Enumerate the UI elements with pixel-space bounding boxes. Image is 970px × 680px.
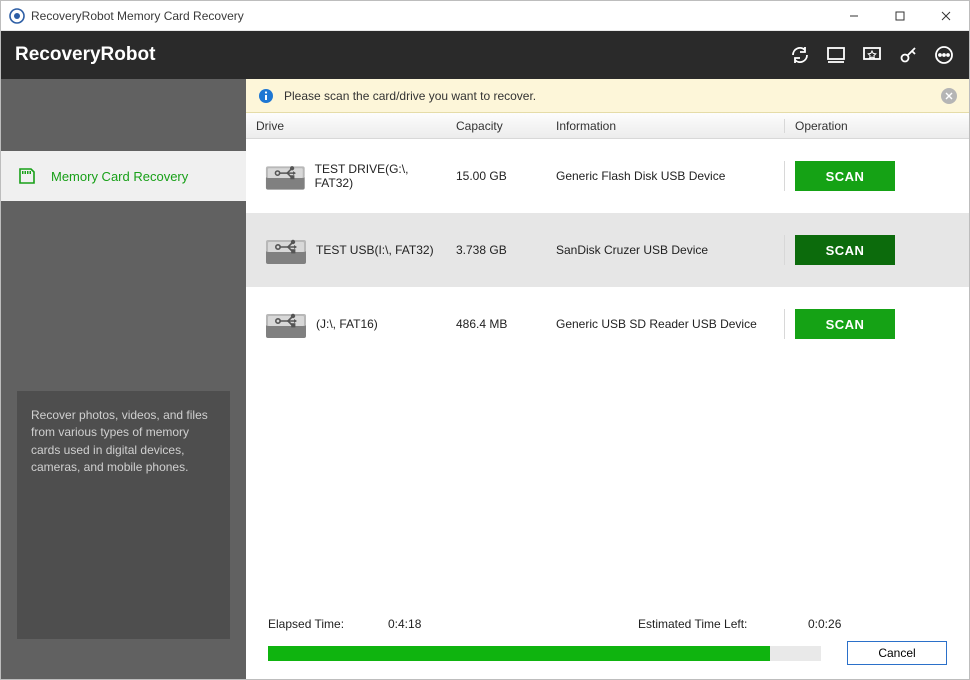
close-button[interactable]	[923, 1, 969, 31]
sd-card-icon	[17, 168, 37, 184]
window-title: RecoveryRobot Memory Card Recovery	[31, 9, 244, 23]
feedback-icon[interactable]	[861, 44, 883, 66]
col-header-operation[interactable]: Operation	[784, 119, 914, 133]
drive-capacity: 15.00 GB	[446, 169, 546, 183]
col-header-drive[interactable]: Drive	[246, 119, 446, 133]
drive-row[interactable]: TEST DRIVE(G:\, FAT32)15.00 GBGeneric Fl…	[246, 139, 969, 213]
refresh-icon[interactable]	[789, 44, 811, 66]
content-panel: Please scan the card/drive you want to r…	[246, 79, 969, 679]
eta-value: 0:0:26	[808, 617, 841, 631]
key-icon[interactable]	[897, 44, 919, 66]
progress-row: Cancel	[268, 641, 947, 665]
drive-information: SanDisk Cruzer USB Device	[546, 243, 784, 257]
info-icon	[258, 88, 274, 104]
close-info-button[interactable]	[941, 88, 957, 104]
more-icon[interactable]	[933, 44, 955, 66]
drive-name: TEST DRIVE(G:\, FAT32)	[315, 162, 446, 190]
col-header-information[interactable]: Information	[546, 119, 784, 133]
sidebar-description: Recover photos, videos, and files from v…	[17, 391, 230, 639]
info-bar-text: Please scan the card/drive you want to r…	[284, 89, 536, 103]
maximize-button[interactable]	[877, 1, 923, 31]
window-controls	[831, 1, 969, 31]
app-icon	[9, 8, 25, 24]
app-header: RecoveryRobot	[1, 31, 969, 79]
col-header-capacity[interactable]: Capacity	[446, 119, 546, 133]
drive-row[interactable]: TEST USB(I:\, FAT32) 3.738 GBSanDisk Cruz…	[246, 213, 969, 287]
progress-footer: Elapsed Time: 0:4:18 Estimated Time Left…	[246, 611, 969, 679]
drive-information: Generic Flash Disk USB Device	[546, 169, 784, 183]
sidebar: Memory Card Recovery Recover photos, vid…	[1, 79, 246, 679]
close-icon	[945, 92, 953, 100]
sidebar-item-memory-card-recovery[interactable]: Memory Card Recovery	[1, 151, 246, 201]
table-header: Drive Capacity Information Operation	[246, 113, 969, 139]
app-window: RecoveryRobot Memory Card Recovery Recov…	[0, 0, 970, 680]
drive-name: (J:\, FAT16)	[316, 317, 378, 331]
elapsed-time-value: 0:4:18	[388, 617, 638, 631]
header-tools	[789, 44, 955, 66]
drive-capacity: 3.738 GB	[446, 243, 546, 257]
monitor-icon[interactable]	[825, 44, 847, 66]
elapsed-time-label: Elapsed Time:	[268, 617, 388, 631]
brand-label: RecoveryRobot	[15, 44, 155, 66]
usb-drive-icon	[264, 158, 307, 194]
usb-drive-icon	[264, 232, 308, 268]
main-area: Memory Card Recovery Recover photos, vid…	[1, 79, 969, 679]
drive-information: Generic USB SD Reader USB Device	[546, 317, 784, 331]
minimize-button[interactable]	[831, 1, 877, 31]
usb-drive-icon	[264, 306, 308, 342]
progress-fill	[268, 646, 770, 661]
eta-label: Estimated Time Left:	[638, 617, 808, 631]
drive-row[interactable]: (J:\, FAT16) 486.4 MBGeneric USB SD Reade…	[246, 287, 969, 361]
drive-list: TEST DRIVE(G:\, FAT32)15.00 GBGeneric Fl…	[246, 139, 969, 611]
info-bar: Please scan the card/drive you want to r…	[246, 79, 969, 113]
titlebar: RecoveryRobot Memory Card Recovery	[1, 1, 969, 31]
scan-button[interactable]: SCAN	[795, 235, 895, 265]
sidebar-spacer	[1, 79, 246, 151]
scan-button[interactable]: SCAN	[795, 161, 895, 191]
progress-bar	[268, 646, 821, 661]
cancel-button[interactable]: Cancel	[847, 641, 947, 665]
drive-name: TEST USB(I:\, FAT32)	[316, 243, 434, 257]
scan-button[interactable]: SCAN	[795, 309, 895, 339]
progress-times: Elapsed Time: 0:4:18 Estimated Time Left…	[268, 617, 947, 631]
sidebar-item-label: Memory Card Recovery	[51, 169, 188, 184]
drive-capacity: 486.4 MB	[446, 317, 546, 331]
